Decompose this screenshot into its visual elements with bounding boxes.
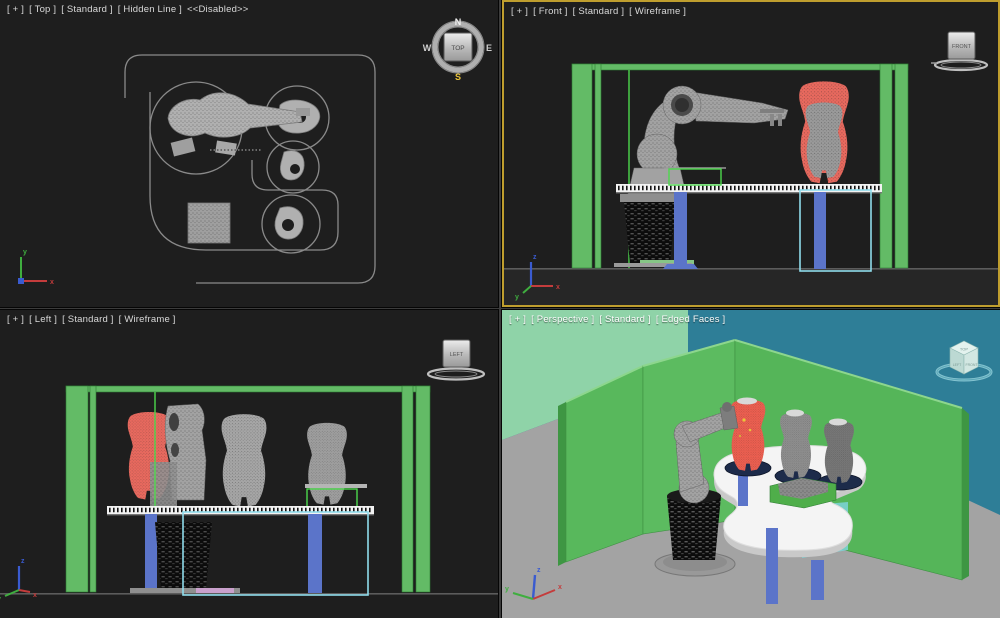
scan-box-lid bbox=[305, 484, 367, 488]
viewport-menu-expand[interactable]: [ + ] bbox=[509, 314, 526, 325]
selection-bounds-front bbox=[800, 190, 871, 271]
viewport-menu-expand[interactable]: [ + ] bbox=[7, 4, 24, 15]
viewport-menu-style[interactable]: [ Standard ] bbox=[573, 6, 625, 17]
enclosure-outline-top[interactable] bbox=[125, 55, 375, 283]
viewcube-front-label: FRONT bbox=[965, 363, 978, 367]
viewport-top[interactable]: [ + ] [ Top ] [ Standard ] [ Hidden Line… bbox=[0, 0, 498, 307]
viewport-menu-shading[interactable]: [ Wireframe ] bbox=[119, 314, 176, 325]
viewcube-left[interactable]: LEFT bbox=[428, 340, 484, 380]
work-table-left[interactable] bbox=[107, 506, 374, 515]
enclosure-columns-front[interactable] bbox=[572, 64, 908, 268]
svg-text:y: y bbox=[505, 586, 509, 593]
viewport-menu-view[interactable]: [ Perspective ] bbox=[531, 314, 594, 325]
viewport-perspective-label: [ + ] [ Perspective ] [ Standard ] [ Edg… bbox=[509, 314, 725, 325]
viewport-menu-view[interactable]: [ Left ] bbox=[29, 314, 57, 325]
scan-box-top[interactable] bbox=[188, 203, 230, 243]
work-table-front[interactable] bbox=[616, 184, 882, 193]
viewport-perspective-canvas[interactable]: TOP LEFT FRONT z x y bbox=[502, 310, 1000, 618]
selected-torso-front[interactable] bbox=[799, 81, 849, 183]
ground-region bbox=[504, 269, 1000, 307]
selected-torso-perspective[interactable] bbox=[731, 398, 766, 471]
viewport-menu-style[interactable]: [ Standard ] bbox=[61, 4, 113, 15]
compass-north[interactable]: N bbox=[455, 17, 462, 27]
axis-gizmo-top: y x bbox=[18, 249, 54, 286]
viewport-menu-style[interactable]: [ Standard ] bbox=[62, 314, 114, 325]
svg-text:z: z bbox=[537, 567, 541, 574]
viewport-menu-expand[interactable]: [ + ] bbox=[511, 6, 528, 17]
viewport-menu-shading[interactable]: [ Wireframe ] bbox=[629, 6, 686, 17]
svg-text:x: x bbox=[50, 279, 54, 286]
viewport-front-canvas[interactable]: FRONT z x y bbox=[504, 2, 1000, 307]
viewport-menu-style[interactable]: [ Standard ] bbox=[599, 314, 651, 325]
viewport-left-canvas[interactable]: LEFT z y x bbox=[0, 310, 498, 618]
torso-center-perspective[interactable] bbox=[780, 410, 812, 478]
viewcube-front[interactable]: FRONT bbox=[931, 32, 987, 70]
torso-right-left[interactable] bbox=[307, 423, 347, 505]
viewport-splitter-vertical[interactable] bbox=[499, 0, 501, 618]
viewport-top-canvas[interactable]: TOP N E S W y x bbox=[0, 0, 498, 307]
svg-text:y: y bbox=[515, 294, 519, 301]
compass-west[interactable]: W bbox=[423, 43, 432, 53]
viewcube-face-label: FRONT bbox=[952, 44, 972, 50]
viewport-menu-shading[interactable]: [ Edged Faces ] bbox=[656, 314, 726, 325]
svg-text:y: y bbox=[0, 596, 1, 603]
viewport-status-disabled: <<Disabled>> bbox=[187, 4, 249, 15]
viewport-front-active[interactable]: [ + ] [ Front ] [ Standard ] [ Wireframe… bbox=[502, 0, 1000, 307]
viewcube-left-label: LEFT bbox=[953, 363, 962, 367]
viewport-left-label: [ + ] [ Left ] [ Standard ] [ Wireframe … bbox=[7, 314, 176, 325]
viewport-splitter-horizontal[interactable] bbox=[0, 308, 1000, 309]
table-legs-front[interactable] bbox=[663, 192, 826, 269]
viewport-top-label: [ + ] [ Top ] [ Standard ] [ Hidden Line… bbox=[7, 4, 249, 15]
torso-right-perspective[interactable] bbox=[824, 419, 854, 483]
viewport-menu-expand[interactable]: [ + ] bbox=[7, 314, 24, 325]
torso-center-left[interactable] bbox=[222, 414, 267, 506]
viewport-left[interactable]: [ + ] [ Left ] [ Standard ] [ Wireframe … bbox=[0, 310, 498, 618]
viewport-menu-shading[interactable]: [ Hidden Line ] bbox=[118, 4, 182, 15]
viewport-front-label: [ + ] [ Front ] [ Standard ] [ Wireframe… bbox=[511, 6, 686, 17]
svg-text:x: x bbox=[556, 284, 560, 291]
svg-text:x: x bbox=[33, 592, 37, 599]
viewport-menu-view[interactable]: [ Top ] bbox=[29, 4, 56, 15]
svg-text:x: x bbox=[558, 584, 562, 591]
viewcube-face-label: TOP bbox=[451, 45, 464, 52]
robot-arm-front[interactable] bbox=[628, 86, 788, 194]
compass-south[interactable]: S bbox=[455, 72, 461, 82]
compass-east[interactable]: E bbox=[486, 43, 492, 53]
svg-text:z: z bbox=[21, 558, 25, 565]
viewport-menu-view[interactable]: [ Front ] bbox=[533, 6, 568, 17]
axis-gizmo-left: z y x bbox=[0, 558, 37, 603]
viewcube-top-label: TOP bbox=[960, 347, 968, 352]
viewcube-face-label: LEFT bbox=[450, 352, 464, 358]
svg-text:y: y bbox=[23, 249, 27, 256]
viewport-perspective[interactable]: [ + ] [ Perspective ] [ Standard ] [ Edg… bbox=[502, 310, 1000, 618]
viewcube-top[interactable]: TOP N E S W bbox=[423, 17, 492, 82]
svg-text:z: z bbox=[533, 254, 537, 261]
